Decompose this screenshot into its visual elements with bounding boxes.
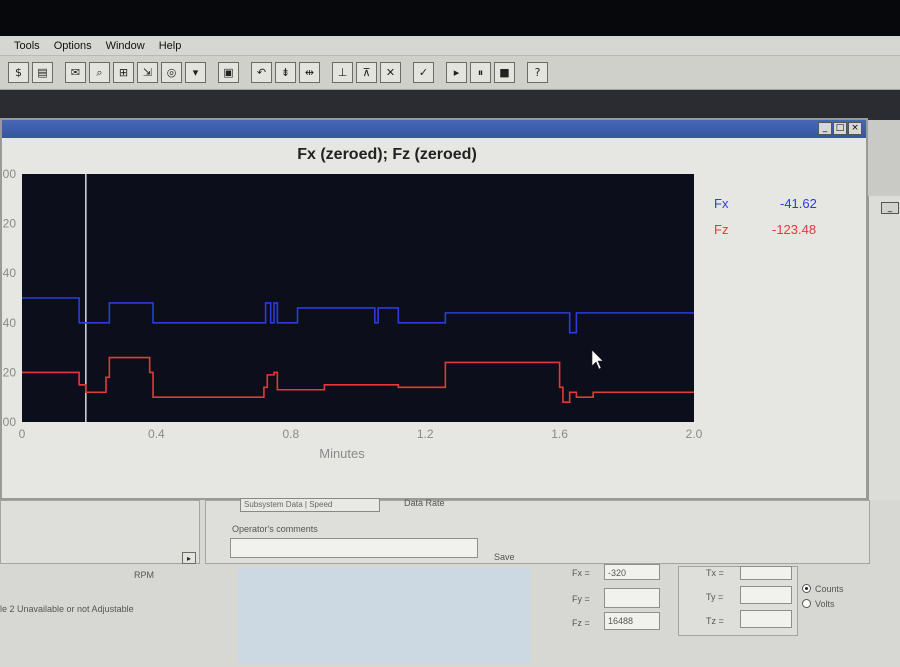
units-volts-radio[interactable]: Volts xyxy=(802,599,835,609)
units-counts-radio[interactable]: Counts xyxy=(802,584,844,594)
mail-icon[interactable]: ✉ xyxy=(65,62,86,83)
check-icon[interactable]: ✓ xyxy=(413,62,434,83)
tz-field-label: Tz = xyxy=(706,616,724,626)
status-text: le 2 Unavailable or not Adjustable xyxy=(0,604,134,614)
save-button[interactable]: Save xyxy=(494,552,515,562)
x-tick-label: 2.0 xyxy=(686,427,703,441)
background-band xyxy=(0,90,900,120)
menu-tools[interactable]: Tools xyxy=(14,40,40,52)
close-icon[interactable]: × xyxy=(848,122,862,135)
monitor-bezel xyxy=(0,0,900,36)
ty-field-label: Ty = xyxy=(706,592,724,602)
fit-icon[interactable]: ⇹ xyxy=(299,62,320,83)
play-icon[interactable]: ▸ xyxy=(446,62,467,83)
cancel-icon[interactable]: ✕ xyxy=(380,62,401,83)
x-tick-label: 1.2 xyxy=(417,427,434,441)
x-tick-label: 0.8 xyxy=(282,427,299,441)
target-icon[interactable]: ◎ xyxy=(161,62,182,83)
stop-icon[interactable]: ■ xyxy=(494,62,515,83)
y-tick-label: 40 xyxy=(3,266,17,280)
x-axis-label: Minutes xyxy=(319,446,365,461)
data-rate-label: Data Rate xyxy=(404,498,445,508)
tx-field[interactable] xyxy=(740,566,792,580)
fy-field[interactable] xyxy=(604,588,660,608)
x-tick-label: 0.4 xyxy=(148,427,165,441)
tare-icon[interactable]: ⊼ xyxy=(356,62,377,83)
chart-window-titlebar[interactable]: _ □ × xyxy=(2,120,866,138)
comments-input[interactable] xyxy=(230,538,478,558)
volts-label: Volts xyxy=(815,599,835,609)
rpm-label: RPM xyxy=(134,570,154,580)
menu-options[interactable]: Options xyxy=(54,40,92,52)
preview-area xyxy=(238,568,530,664)
undo-icon[interactable]: ↶ xyxy=(251,62,272,83)
y-tick-label: 00 xyxy=(3,167,17,181)
fz-value: -123.48 xyxy=(772,222,817,237)
doc-icon[interactable]: ▤ xyxy=(32,62,53,83)
chart-window: _ □ × Fx (zeroed); Fz (zeroed) 0 0.4 0.8 1.… xyxy=(0,118,868,500)
y-tick-label: 20 xyxy=(3,217,17,231)
fz-field-label: Fz = xyxy=(572,618,590,628)
fz-field[interactable]: 16488 xyxy=(604,612,660,630)
scroll-arrow-icon[interactable]: ▸ xyxy=(182,552,196,564)
maximize-icon[interactable]: □ xyxy=(833,122,847,135)
tz-field[interactable] xyxy=(740,610,792,628)
window-icon[interactable]: ▣ xyxy=(218,62,239,83)
download-icon[interactable]: ⇟ xyxy=(275,62,296,83)
toolbar: $ ▤ ✉ ⌕ ⊞ ⇲ ◎ ▾ ▣ ↶ ⇟ ⇹ ⊥ ⊼ ✕ ✓ ▸ ⏸ ■ ? xyxy=(0,56,900,90)
ty-field[interactable] xyxy=(740,586,792,604)
fy-field-label: Fy = xyxy=(572,594,590,604)
help-icon[interactable]: ? xyxy=(527,62,548,83)
fx-label: Fx xyxy=(714,196,729,211)
fx-field[interactable]: -320 xyxy=(604,564,660,580)
grid-icon[interactable]: ⊞ xyxy=(113,62,134,83)
minimize-icon[interactable]: _ xyxy=(818,122,832,135)
counts-label: Counts xyxy=(815,584,844,594)
export-icon[interactable]: ⇲ xyxy=(137,62,158,83)
y-tick-label: 00 xyxy=(3,415,17,429)
zoom-icon[interactable]: ⌕ xyxy=(89,62,110,83)
force-chart: 0 0.4 0.8 1.2 1.6 2.0 00 20 40 40 20 00 Minutes xyxy=(3,167,703,461)
tx-field-label: Tx = xyxy=(706,568,724,578)
menu-window[interactable]: Window xyxy=(106,40,145,52)
menubar: Tools Options Window Help xyxy=(0,36,900,56)
dropdown-icon[interactable]: ▾ xyxy=(185,62,206,83)
zero-icon[interactable]: ⊥ xyxy=(332,62,353,83)
x-tick-label: 0 xyxy=(19,427,26,441)
menu-help[interactable]: Help xyxy=(159,40,182,52)
save-icon[interactable]: $ xyxy=(8,62,29,83)
subsystem-combo[interactable]: Subsystem Data | Speed xyxy=(240,498,380,512)
comments-label: Operator's comments xyxy=(232,524,318,534)
left-panel xyxy=(0,500,200,564)
fz-label: Fz xyxy=(714,222,729,237)
x-tick-label: 1.6 xyxy=(551,427,568,441)
lower-panel: ▸ Subsystem Data | Speed Data Rate Opera… xyxy=(0,498,900,667)
y-tick-label: 20 xyxy=(3,365,17,379)
minimize-icon[interactable]: _ xyxy=(881,202,899,214)
y-tick-label: 40 xyxy=(3,316,17,330)
fx-field-label: Fx = xyxy=(572,568,590,578)
pause-icon[interactable]: ⏸ xyxy=(470,62,491,83)
fx-value: -41.62 xyxy=(780,196,817,211)
